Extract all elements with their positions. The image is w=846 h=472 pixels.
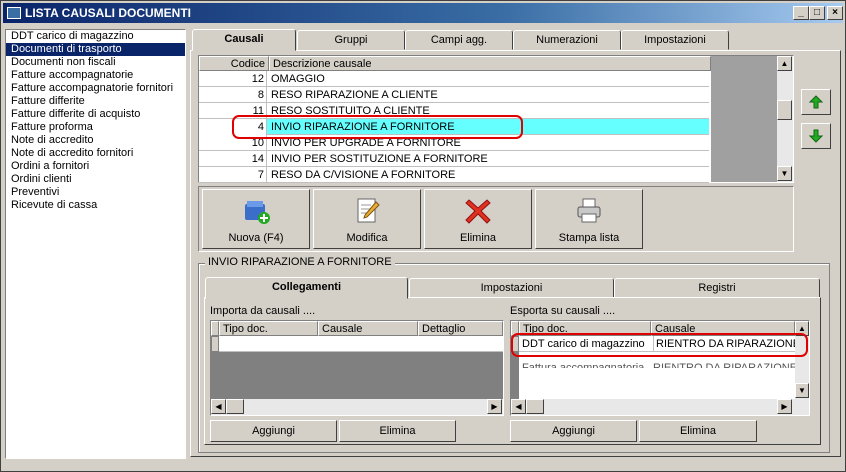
scroll-thumb[interactable] — [526, 399, 544, 414]
move-down-button[interactable] — [801, 123, 831, 149]
column-header-descrizione[interactable]: Descrizione causale — [269, 56, 711, 71]
table-row[interactable]: 7 RESO DA C/VISIONE A FORNITORE — [199, 167, 709, 183]
minimize-button[interactable]: _ — [793, 6, 809, 20]
list-item[interactable]: Fatture differite di acquisto — [6, 108, 185, 121]
import-add-button[interactable]: Aggiungi — [210, 420, 337, 442]
document-type-list[interactable]: DDT carico di magazzino Documenti di tra… — [5, 29, 186, 459]
export-label: Esporta su causali .... — [510, 305, 616, 317]
window-title: LISTA CAUSALI DOCUMENTI — [25, 6, 191, 20]
table-row[interactable]: 14 INVIO PER SOSTITUZIONE A FORNITORE — [199, 151, 709, 167]
list-item[interactable]: DDT carico di magazzino — [6, 30, 185, 43]
new-button-label: Nuova (F4) — [228, 232, 284, 244]
list-item[interactable]: Fatture differite — [6, 95, 185, 108]
import-label: Importa da causali .... — [210, 305, 316, 317]
list-item[interactable]: Ordini clienti — [6, 173, 185, 186]
tab-campi-agg[interactable]: Campi agg. — [405, 30, 513, 50]
horizontal-scrollbar[interactable]: ◀ ▶ — [211, 399, 503, 415]
scroll-left-icon[interactable]: ◀ — [211, 399, 226, 414]
tab-causali[interactable]: Causali — [192, 29, 296, 51]
subtab-collegamenti[interactable]: Collegamenti — [205, 277, 408, 299]
row-indicator-header — [211, 321, 219, 336]
vertical-scrollbar[interactable]: ▲ ▼ — [777, 56, 793, 182]
table-row[interactable]: 8 RESO RIPARAZIONE A CLIENTE — [199, 87, 709, 103]
export-empty-area — [519, 368, 795, 399]
list-item[interactable]: Note di accredito fornitori — [6, 147, 185, 160]
list-item[interactable]: Fatture proforma — [6, 121, 185, 134]
new-button[interactable]: Nuova (F4) — [202, 189, 310, 249]
printer-icon — [577, 198, 601, 223]
list-item[interactable]: Ordini a fornitori — [6, 160, 185, 173]
scroll-up-icon[interactable]: ▲ — [777, 56, 792, 71]
column-header-tipo-doc[interactable]: Tipo doc. — [219, 321, 318, 336]
edit-document-icon — [357, 198, 380, 223]
print-list-button[interactable]: Stampa lista — [535, 189, 643, 249]
highlight-annotation — [511, 333, 808, 357]
grid-empty-area — [711, 56, 777, 182]
scroll-down-icon[interactable]: ▼ — [777, 166, 792, 181]
delete-button-label: Elimina — [459, 232, 497, 244]
list-item[interactable]: Fatture accompagnatorie — [6, 69, 185, 82]
list-item[interactable]: Documenti di trasporto — [6, 43, 185, 56]
horizontal-scrollbar[interactable]: ◀ ▶ — [511, 399, 809, 415]
close-button[interactable]: × — [827, 6, 843, 20]
import-delete-button[interactable]: Elimina — [339, 420, 456, 442]
edit-button-label: Modifica — [346, 232, 388, 244]
scroll-down-icon[interactable]: ▼ — [795, 383, 809, 398]
arrow-up-icon — [808, 95, 824, 109]
maximize-button[interactable]: □ — [809, 6, 825, 20]
scroll-thumb[interactable] — [777, 100, 792, 120]
delete-x-icon — [465, 199, 491, 224]
scroll-thumb[interactable] — [226, 399, 244, 414]
column-header-dettaglio[interactable]: Dettaglio — [418, 321, 503, 336]
edit-button[interactable]: Modifica — [313, 189, 421, 249]
delete-button[interactable]: Elimina — [424, 189, 532, 249]
row-indicator — [211, 336, 219, 352]
import-empty-row[interactable] — [219, 336, 503, 352]
scroll-right-icon[interactable]: ▶ — [487, 399, 502, 414]
table-row[interactable]: 12 OMAGGIO — [199, 71, 709, 87]
list-item[interactable]: Fatture accompagnatorie fornitori — [6, 82, 185, 95]
list-item[interactable]: Ricevute di cassa — [6, 199, 185, 212]
title-bar[interactable]: LISTA CAUSALI DOCUMENTI _ □ × — [3, 3, 843, 23]
print-list-button-label: Stampa lista — [558, 232, 620, 244]
export-add-button[interactable]: Aggiungi — [510, 420, 637, 442]
app-icon[interactable] — [7, 7, 21, 19]
tab-impostazioni[interactable]: Impostazioni — [621, 30, 729, 50]
import-grid[interactable]: Tipo doc. Causale Dettaglio ◀ ▶ — [210, 320, 504, 416]
move-up-button[interactable] — [801, 89, 831, 115]
list-item[interactable]: Preventivi — [6, 186, 185, 199]
tab-numerazioni[interactable]: Numerazioni — [513, 30, 621, 50]
arrow-down-icon — [808, 129, 824, 143]
subtab-registri[interactable]: Registri — [614, 278, 820, 298]
scroll-left-icon[interactable]: ◀ — [511, 399, 526, 414]
list-item[interactable]: Documenti non fiscali — [6, 56, 185, 69]
new-document-icon — [245, 201, 270, 224]
list-item[interactable]: Note di accredito — [6, 134, 185, 147]
highlight-annotation — [232, 115, 523, 139]
scroll-right-icon[interactable]: ▶ — [777, 399, 792, 414]
main-window: LISTA CAUSALI DOCUMENTI _ □ × DDT carico… — [0, 0, 846, 472]
tab-gruppi[interactable]: Gruppi — [297, 30, 405, 50]
column-header-causale[interactable]: Causale — [318, 321, 418, 336]
export-delete-button[interactable]: Elimina — [639, 420, 757, 442]
subtab-impostazioni[interactable]: Impostazioni — [409, 278, 614, 298]
column-header-codice[interactable]: Codice — [199, 56, 269, 71]
detail-group-title: INVIO RIPARAZIONE A FORNITORE — [205, 256, 395, 268]
